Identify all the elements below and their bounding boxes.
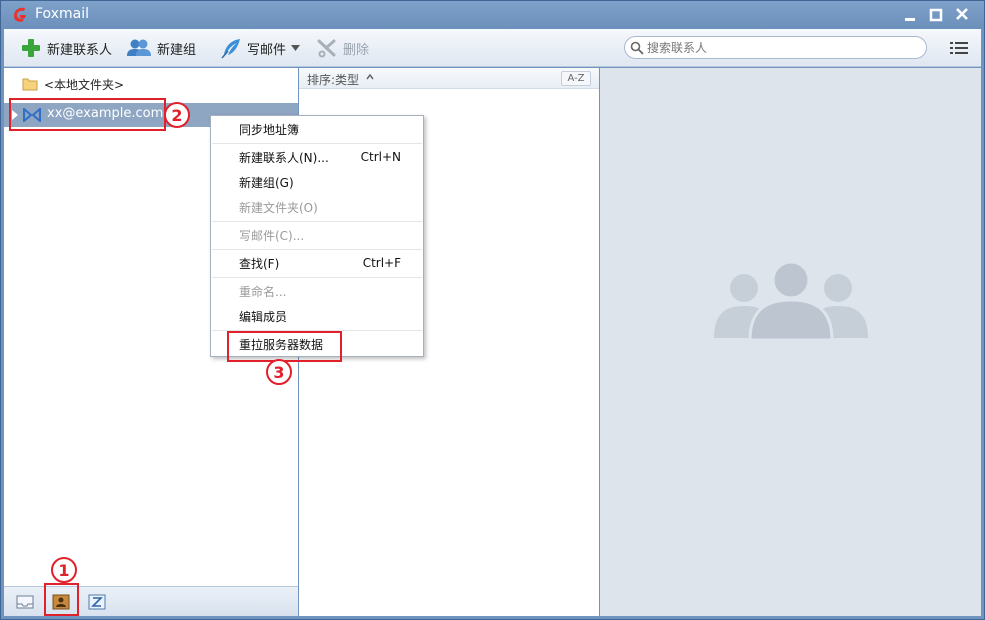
menu-separator bbox=[212, 277, 422, 278]
menu-separator bbox=[212, 143, 422, 144]
folder-icon bbox=[22, 78, 38, 91]
new-contact-label: 新建联系人 bbox=[47, 42, 113, 58]
calendar-module-icon[interactable] bbox=[88, 594, 106, 610]
highlight-box-contacts-module bbox=[44, 583, 79, 616]
search-input[interactable] bbox=[647, 40, 907, 55]
menu-item-edit-members[interactable]: 编辑成员 bbox=[211, 304, 423, 328]
new-contact-button[interactable]: 新建联系人 bbox=[20, 36, 112, 60]
menu-item-write-mail: 写邮件(C)... bbox=[239, 228, 305, 243]
menu-item-find[interactable]: 查找(F) Ctrl+F bbox=[211, 251, 423, 275]
minimize-icon[interactable] bbox=[899, 5, 921, 25]
plus-icon bbox=[22, 39, 40, 57]
annotation-badge-3: 3 bbox=[266, 359, 292, 385]
search-icon bbox=[630, 41, 644, 55]
az-sort-button[interactable]: A-Z bbox=[561, 71, 591, 86]
delete-button[interactable]: 删除 bbox=[316, 36, 369, 60]
close-icon[interactable] bbox=[951, 5, 973, 25]
write-mail-label: 写邮件 bbox=[247, 42, 287, 58]
highlight-box-account bbox=[9, 98, 166, 131]
list-header: 排序:类型 A-Z bbox=[299, 68, 599, 89]
menu-item-sync-addressbook[interactable]: 同步地址簿 bbox=[211, 117, 423, 141]
chevron-up-icon[interactable] bbox=[366, 73, 374, 81]
foxmail-window: Foxmail 新建联系人 新建组 写邮件 删除 搜索联系人 <本地文件夹> x… bbox=[0, 0, 985, 620]
annotation-badge-2: 2 bbox=[164, 102, 190, 128]
feather-icon bbox=[221, 39, 240, 59]
menu-item-new-folder: 新建文件夹(O) bbox=[239, 200, 318, 215]
annotation-badge-1: 1 bbox=[51, 557, 77, 583]
menu-item-rename: 重命名... bbox=[239, 284, 287, 299]
group-icon bbox=[127, 39, 151, 56]
delete-label: 删除 bbox=[343, 42, 370, 58]
menu-separator bbox=[212, 249, 422, 250]
menu-item-new-contact[interactable]: 新建联系人(N)... Ctrl+N bbox=[211, 145, 423, 169]
menu-item-new-group[interactable]: 新建组(G) bbox=[211, 170, 423, 194]
app-title: Foxmail bbox=[35, 6, 89, 22]
search-box[interactable] bbox=[624, 36, 927, 59]
contact-detail-panel bbox=[600, 68, 981, 616]
menu-separator bbox=[212, 221, 422, 222]
chevron-down-icon[interactable] bbox=[291, 45, 301, 51]
foxmail-logo-icon bbox=[14, 7, 26, 22]
delete-icon bbox=[317, 39, 336, 58]
menu-list-icon[interactable] bbox=[950, 41, 968, 55]
sort-label[interactable]: 排序:类型 bbox=[307, 71, 359, 88]
mail-module-icon[interactable] bbox=[16, 594, 34, 610]
context-menu: 同步地址簿 新建联系人(N)... Ctrl+N 新建组(G) 新建文件夹(O)… bbox=[210, 115, 424, 357]
maximize-icon[interactable] bbox=[925, 5, 947, 25]
new-group-button[interactable]: 新建组 bbox=[126, 36, 196, 60]
toolbar: 新建联系人 新建组 写邮件 删除 bbox=[4, 29, 981, 67]
title-bar: Foxmail bbox=[1, 1, 984, 29]
people-placeholder-icon bbox=[714, 260, 868, 340]
write-mail-button[interactable]: 写邮件 bbox=[220, 36, 301, 60]
highlight-box-refetch bbox=[227, 331, 342, 362]
tree-item-local-folder[interactable]: <本地文件夹> bbox=[22, 74, 124, 94]
new-group-label: 新建组 bbox=[157, 42, 197, 58]
local-folder-label: <本地文件夹> bbox=[44, 77, 125, 92]
